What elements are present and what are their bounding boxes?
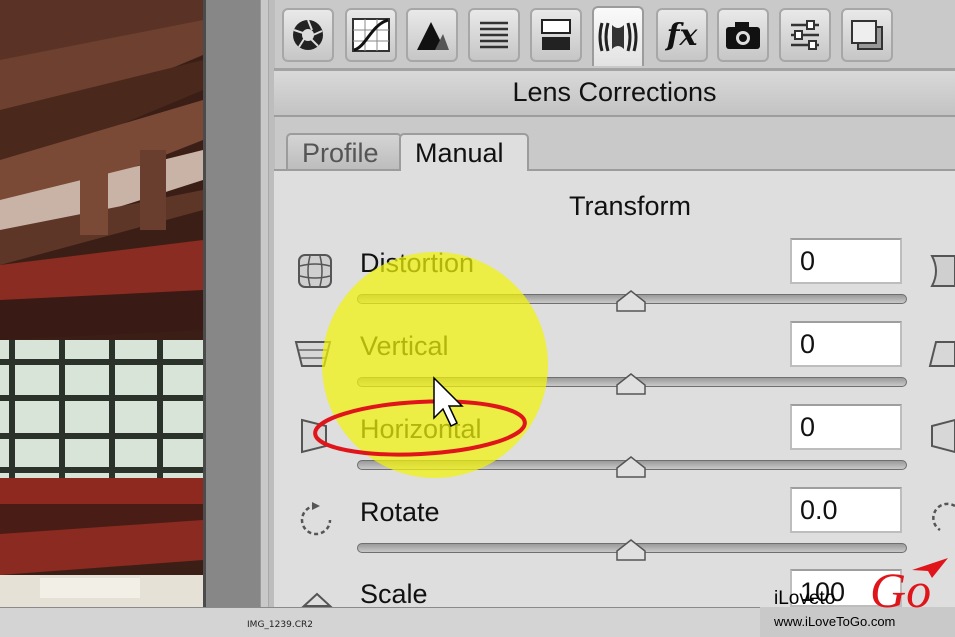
rotate-right-icon[interactable] (928, 500, 955, 540)
split-toning-icon (541, 19, 571, 50)
detail-tab[interactable] (406, 8, 458, 62)
panel-title: Lens Corrections (512, 77, 717, 107)
presets-icon (791, 20, 819, 50)
status-bar: IMG_1239.CR2 (0, 607, 760, 637)
scale-left-icon[interactable] (300, 590, 334, 607)
image-filename: IMG_1239.CR2 (247, 620, 313, 630)
vertical-slider-thumb[interactable] (616, 373, 646, 395)
lens-corrections-tab[interactable] (592, 6, 644, 66)
camera-calibration-icon (726, 22, 760, 49)
rotate-value-input[interactable]: 0.0 (790, 487, 902, 533)
camera-calibration-tab[interactable] (717, 8, 769, 62)
rotate-slider-thumb[interactable] (616, 539, 646, 561)
horizontal-slider-thumb[interactable] (616, 456, 646, 478)
rotate-left-icon[interactable] (298, 500, 334, 540)
horizontal-right-icon[interactable] (928, 416, 955, 456)
snapshots-icon (851, 20, 883, 50)
basic-tab[interactable] (282, 8, 334, 62)
section-title: Transform (568, 191, 691, 221)
aperture-icon (293, 19, 323, 50)
panel-header: Lens Corrections (274, 71, 955, 117)
snapshots-tab[interactable] (841, 8, 893, 62)
hsl-tab[interactable] (468, 8, 520, 62)
distortion-slider-thumb[interactable] (616, 290, 646, 312)
vertical-value-input[interactable]: 0 (790, 321, 902, 367)
photo-preview (0, 0, 203, 607)
effects-tab[interactable]: fx (656, 8, 708, 62)
tab-profile[interactable]: Profile (286, 133, 402, 169)
scale-label: Scale (360, 579, 428, 609)
distortion-value-input[interactable]: 0 (790, 238, 902, 284)
vertical-right-icon[interactable] (928, 336, 955, 372)
distortion-left-icon[interactable] (296, 252, 334, 290)
panel-content (274, 171, 955, 607)
horizontal-value-input[interactable]: 0 (790, 404, 902, 450)
watermark: iLoveto Go www.iLoveToGo.com (760, 556, 955, 637)
panel-divider[interactable] (203, 0, 260, 607)
presets-tab[interactable] (779, 8, 831, 62)
detail-icon (417, 22, 449, 50)
brand-url: www.iLoveToGo.com (774, 614, 896, 629)
tone-curve-tab[interactable] (345, 8, 397, 62)
effects-icon: fx (666, 17, 698, 53)
lens-corrections-icon (598, 22, 638, 52)
rotate-label: Rotate (360, 497, 440, 527)
horizontal-label: Horizontal (360, 414, 482, 444)
horizontal-left-icon[interactable] (296, 416, 332, 456)
brand-logo: iLoveto Go (774, 562, 931, 618)
tab-manual[interactable]: Manual (399, 133, 529, 171)
distortion-label: Distortion (360, 248, 475, 278)
split-toning-tab[interactable] (530, 8, 582, 62)
vertical-left-icon[interactable] (292, 336, 334, 372)
tone-curve-icon (352, 18, 390, 52)
distortion-right-icon[interactable] (928, 252, 955, 290)
vertical-label: Vertical (360, 331, 449, 361)
brand-prefix: iLoveto (774, 588, 836, 609)
brand-suffix: Go (870, 562, 932, 618)
tab-manual-joint (401, 169, 527, 171)
hsl-icon (480, 21, 508, 49)
